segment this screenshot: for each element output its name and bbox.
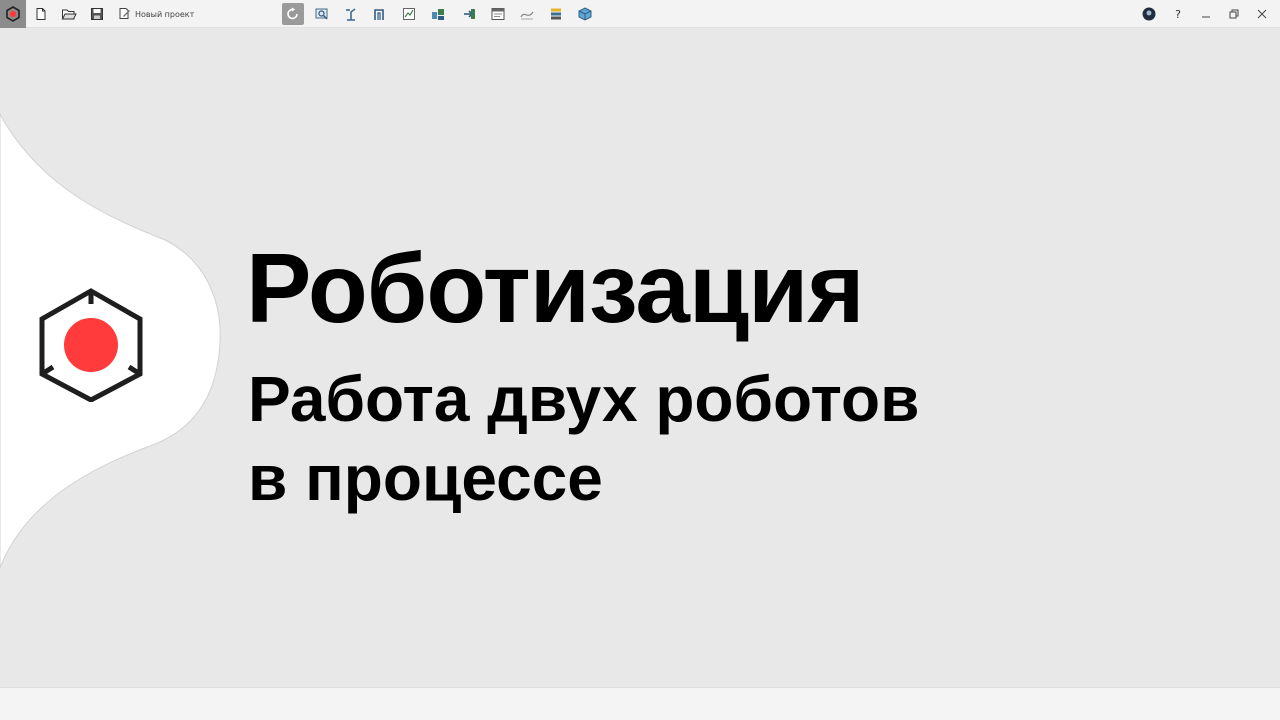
minimize-icon[interactable] <box>1195 4 1217 24</box>
app-logo-icon[interactable] <box>0 0 26 28</box>
import-tool-icon[interactable] <box>458 3 480 25</box>
company-logo-icon <box>39 288 143 402</box>
project-name: Новый проект <box>135 9 195 19</box>
chart-tool-icon[interactable] <box>398 3 420 25</box>
cube-tool-icon[interactable] <box>574 3 596 25</box>
restore-icon[interactable] <box>1223 4 1245 24</box>
slide-subtitle-line1: Работа двух роботов <box>248 363 920 435</box>
slide-subtitle-line2: в процессе <box>248 442 603 514</box>
robot-tool-icon[interactable] <box>340 3 362 25</box>
rotate-view-icon[interactable] <box>282 3 304 25</box>
zoom-view-icon[interactable] <box>311 3 333 25</box>
layout-tool-icon[interactable] <box>487 3 509 25</box>
slide-title: Роботизация <box>246 233 865 343</box>
main-toolbar: Новый проект ? <box>0 0 1280 28</box>
app-window: Новый проект ? Роботизация Работа двух р… <box>0 0 1280 720</box>
close-icon[interactable] <box>1251 4 1273 24</box>
frame-tool-icon[interactable] <box>369 3 391 25</box>
edit-project-icon <box>118 5 131 24</box>
open-folder-icon[interactable] <box>58 3 80 25</box>
help-label: ? <box>1175 7 1181 21</box>
account-icon[interactable] <box>1138 4 1160 24</box>
slide-subtitle: Работа двух роботов в процессе <box>248 360 919 518</box>
new-file-icon[interactable] <box>30 3 52 25</box>
path-tool-icon[interactable] <box>516 3 538 25</box>
stack-tool-icon[interactable] <box>545 3 567 25</box>
status-bar <box>0 687 1280 720</box>
assembly-tool-icon[interactable] <box>427 3 449 25</box>
help-button[interactable]: ? <box>1167 4 1189 24</box>
viewport-canvas[interactable]: Роботизация Работа двух роботов в процес… <box>0 28 1280 687</box>
project-name-field[interactable]: Новый проект <box>118 3 194 25</box>
save-icon[interactable] <box>86 3 108 25</box>
